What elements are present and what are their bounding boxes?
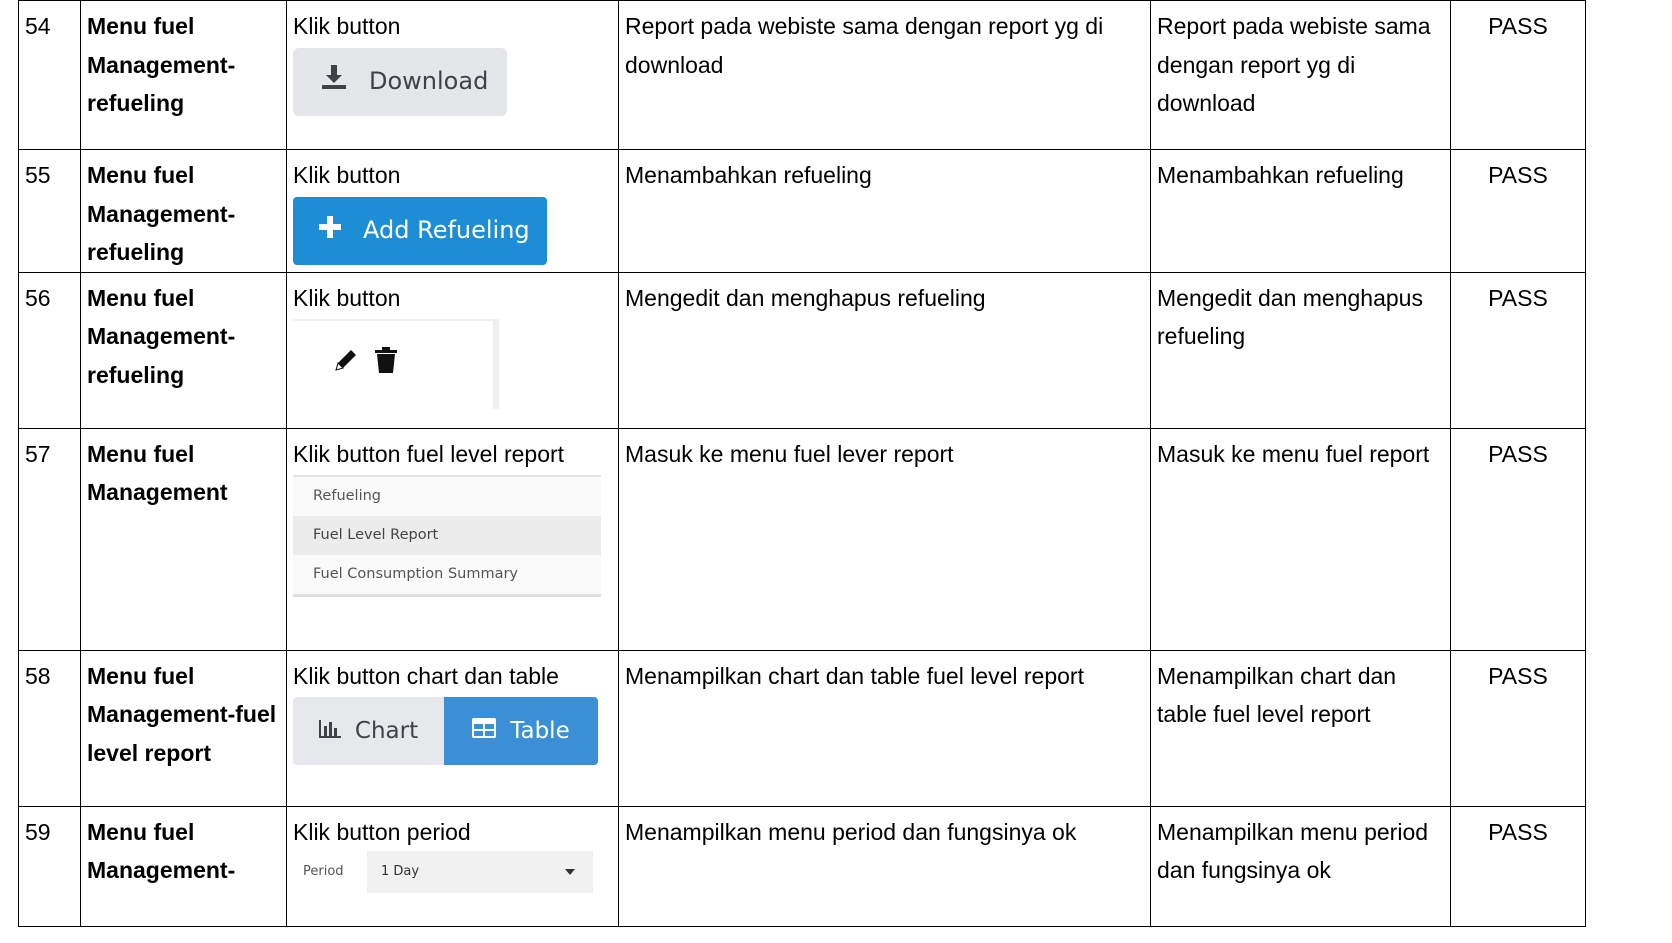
step-text: Klik button period — [293, 818, 471, 845]
actual-cell: Masuk ke menu fuel report — [1150, 427, 1451, 651]
step-text: Klik button fuel level report — [293, 440, 565, 467]
row-number: 57 — [18, 427, 81, 651]
actual-cell: Report pada webiste sama dengan report y… — [1150, 0, 1451, 150]
download-label: Download — [369, 67, 489, 96]
table-row: 57 Menu fuel Management Klik button fuel… — [18, 427, 1586, 651]
plus-icon — [319, 211, 341, 250]
period-value: 1 Day — [381, 863, 420, 879]
expected-cell: Menampilkan chart dan table fuel level r… — [618, 649, 1151, 807]
table-row: 56 Menu fuel Management-refueling Klik b… — [18, 271, 1586, 429]
table-row: 59 Menu fuel Management- Klik button per… — [18, 805, 1586, 927]
step-text: Klik button — [293, 284, 401, 311]
table-toggle-button[interactable]: Table — [444, 697, 598, 765]
row-number: 59 — [18, 805, 81, 927]
actual-cell: Menampilkan menu period dan fungsinya ok — [1150, 805, 1451, 927]
menu-item-fuel-level-report[interactable]: Fuel Level Report — [293, 516, 601, 555]
row-number: 56 — [18, 271, 81, 429]
actual-cell: Mengedit dan menghapus refueling — [1150, 271, 1451, 429]
status-cell: PASS — [1450, 805, 1586, 927]
expected-cell: Menambahkan refueling — [618, 149, 1151, 273]
step-cell: Klik button fuel level report Refueling … — [286, 427, 619, 651]
step-cell: Klik button Download — [286, 0, 619, 150]
pencil-icon[interactable] — [333, 346, 359, 385]
trash-icon[interactable] — [375, 346, 397, 385]
module-cell: Menu fuel Management- — [80, 805, 287, 927]
table-label: Table — [510, 717, 570, 744]
step-cell: Klik button chart dan table Chart Table — [286, 649, 619, 807]
row-number: 54 — [18, 0, 81, 150]
module-cell: Menu fuel Management-refueling — [80, 149, 287, 273]
download-button[interactable]: Download — [293, 47, 507, 116]
period-select[interactable]: 1 Day — [367, 851, 593, 893]
period-selector: Period 1 Day — [293, 851, 593, 893]
chart-table-toggle: Chart Table — [293, 697, 598, 765]
row-number: 55 — [18, 149, 81, 273]
add-refueling-button[interactable]: Add Refueling — [293, 196, 547, 265]
module-cell: Menu fuel Management — [80, 427, 287, 651]
actual-cell: Menambahkan refueling — [1150, 149, 1451, 273]
caret-down-icon — [565, 853, 575, 892]
step-text: Klik button — [293, 162, 401, 188]
period-label: Period — [303, 863, 344, 879]
menu-item-fuel-consumption-summary[interactable]: Fuel Consumption Summary — [293, 555, 601, 594]
step-text: Klik button — [293, 13, 401, 39]
table-row: 55 Menu fuel Management-refueling Klik b… — [18, 149, 1586, 273]
module-cell: Menu fuel Management-fuel level report — [80, 649, 287, 807]
test-case-table: 54 Menu fuel Management-refueling Klik b… — [18, 0, 1586, 927]
menu-item-refueling[interactable]: Refueling — [293, 477, 601, 516]
row-number: 58 — [18, 649, 81, 807]
expected-cell: Mengedit dan menghapus refueling — [618, 271, 1151, 429]
edit-delete-actions — [293, 319, 499, 409]
table-row: 54 Menu fuel Management-refueling Klik b… — [18, 0, 1586, 150]
step-cell: Klik button period Period 1 Day — [286, 805, 619, 927]
step-text: Klik button chart dan table — [293, 662, 559, 689]
actual-cell: Menampilkan chart dan table fuel level r… — [1150, 649, 1451, 807]
add-refueling-label: Add Refueling — [363, 216, 530, 245]
download-icon — [321, 62, 347, 101]
status-cell: PASS — [1450, 271, 1586, 429]
step-cell: Klik button — [286, 271, 619, 429]
status-cell: PASS — [1450, 149, 1586, 273]
expected-cell: Masuk ke menu fuel lever report — [618, 427, 1151, 651]
expected-cell: Report pada webiste sama dengan report y… — [618, 0, 1151, 150]
fuel-menu-dropdown: Refueling Fuel Level Report Fuel Consump… — [293, 475, 601, 597]
table-icon — [472, 712, 497, 751]
chart-label: Chart — [354, 717, 419, 744]
status-cell: PASS — [1450, 427, 1586, 651]
step-cell: Klik button Add Refueling — [286, 149, 619, 273]
module-cell: Menu fuel Management-refueling — [80, 271, 287, 429]
chart-toggle-button[interactable]: Chart — [293, 697, 444, 765]
expected-cell: Menampilkan menu period dan fungsinya ok — [618, 805, 1151, 927]
status-cell: PASS — [1450, 649, 1586, 807]
table-row: 58 Menu fuel Management-fuel level repor… — [18, 649, 1586, 807]
module-cell: Menu fuel Management-refueling — [80, 0, 287, 150]
bar-chart-icon — [318, 712, 341, 751]
status-cell: PASS — [1450, 0, 1586, 150]
